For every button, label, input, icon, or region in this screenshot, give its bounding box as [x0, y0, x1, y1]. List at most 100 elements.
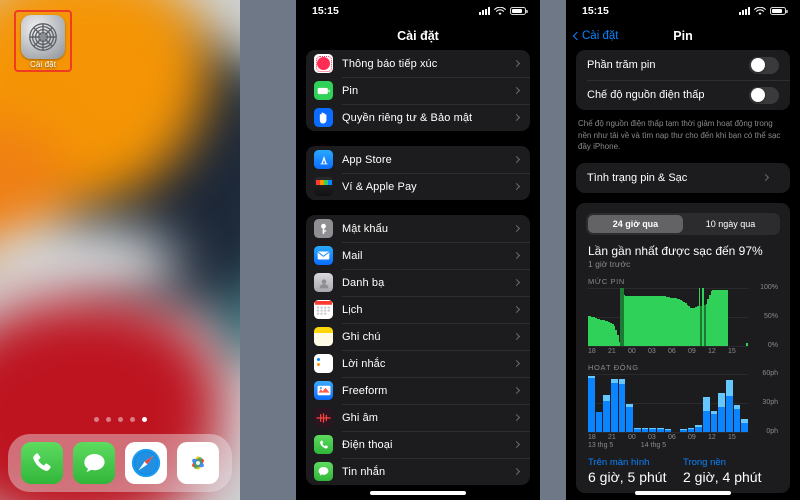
activity-bar-screen: [710, 414, 718, 432]
sidebar-item-app-store[interactable]: App Store: [306, 146, 530, 173]
activity-bar: [657, 374, 664, 432]
row-label: Mail: [342, 249, 363, 262]
y-axis-tick: 60ph: [762, 369, 778, 377]
usage-stats: Trên màn hình 6 giờ, 5 phút Trong nền 2 …: [588, 457, 778, 485]
app-store-icon: [314, 150, 333, 169]
page-dot[interactable]: [105, 417, 111, 422]
page-dot-active[interactable]: [141, 417, 147, 422]
chevron-right-icon: [512, 305, 521, 314]
contacts-icon: [314, 273, 333, 292]
battery-percentage-toggle[interactable]: [749, 56, 779, 74]
activity-bar-screen: [611, 383, 618, 432]
battery-scroll-area[interactable]: Phần trăm pin Chế độ nguồn điện thấp Chế…: [566, 50, 800, 500]
activity-bar: [680, 374, 687, 432]
sidebar-item-phone[interactable]: Điện thoại: [306, 431, 530, 458]
activity-bar-screen: [641, 428, 649, 432]
sidebar-item-calendar[interactable]: Lịch: [306, 296, 530, 323]
sidebar-item-contacts[interactable]: Danh bạ: [306, 269, 530, 296]
activity-bar: [726, 374, 733, 432]
chevron-right-icon: [512, 278, 521, 287]
sidebar-item-mail[interactable]: Mail: [306, 242, 530, 269]
activity-bar: [634, 374, 641, 432]
activity-bar-screen: [664, 429, 672, 432]
activity-bar: [687, 374, 695, 432]
activity-bar: [672, 374, 679, 432]
screenshot-root: Cài đặt 15:15 Cài đặt Thông báo tiếp xúc…: [0, 0, 800, 500]
sidebar-item-wallet[interactable]: Ví & Apple Pay: [306, 173, 530, 200]
activity-bar: [641, 374, 649, 432]
stat-value: 2 giờ, 4 phút: [683, 468, 762, 485]
sidebar-item-freeform[interactable]: Freeform: [306, 377, 530, 404]
row-label: Ví & Apple Pay: [342, 180, 417, 193]
activity-bar: [741, 374, 749, 432]
messages-icon[interactable]: [73, 442, 115, 484]
time-range-segmented-control[interactable]: 24 giờ qua 10 ngày qua: [586, 212, 780, 235]
low-power-footnote: Chế độ nguồn điện thấp tạm thời giảm hoạ…: [578, 119, 781, 152]
calendar-icon: [314, 300, 333, 319]
freeform-icon: [314, 381, 333, 400]
row-label: App Store: [342, 153, 392, 166]
dock: [8, 434, 232, 492]
battery-percentage-row[interactable]: Phần trăm pin: [576, 50, 790, 80]
activity-bar: [664, 374, 672, 432]
home-indicator[interactable]: [370, 491, 466, 495]
segment-last-10-days[interactable]: 10 ngày qua: [683, 215, 778, 233]
low-power-mode-row[interactable]: Chế độ nguồn điện thấp: [576, 80, 790, 110]
phone-icon[interactable]: [21, 442, 63, 484]
sidebar-item-voice-memos[interactable]: Ghi âm: [306, 404, 530, 431]
battery-level-chart: 100% 50% 0%: [588, 284, 778, 349]
x-axis-tick: 12: [708, 347, 716, 355]
activity-bar: [710, 374, 718, 432]
sidebar-item-passwords[interactable]: Mật khẩu: [306, 215, 530, 242]
home-indicator[interactable]: [635, 491, 731, 495]
signal-bars-icon: [739, 7, 750, 15]
status-indicators: [739, 6, 788, 16]
stat-value: 6 giờ, 5 phút: [588, 468, 667, 485]
activity-bar: [649, 374, 657, 432]
sidebar-item-notes[interactable]: Ghi chú: [306, 323, 530, 350]
battery-icon: [510, 7, 528, 15]
settings-scroll-area[interactable]: Thông báo tiếp xúc Pin Quyền riêng tư & …: [296, 50, 540, 500]
low-power-mode-toggle[interactable]: [749, 86, 779, 104]
sidebar-item-reminders[interactable]: Lời nhắc: [306, 350, 530, 377]
status-time: 15:15: [312, 5, 339, 17]
page-dot[interactable]: [93, 417, 99, 422]
activity-bar-screen: [741, 423, 749, 432]
page-dot[interactable]: [129, 417, 135, 422]
sidebar-item-exposure[interactable]: Thông báo tiếp xúc: [306, 50, 530, 77]
page-dot[interactable]: [117, 417, 123, 422]
safari-icon[interactable]: [125, 442, 167, 484]
x-axis-tick: 18: [588, 347, 596, 355]
row-label: Freeform: [342, 384, 388, 397]
x-axis-tick: 09: [688, 433, 696, 441]
activity-bar-screen: [726, 396, 733, 432]
chevron-right-icon: [512, 182, 521, 191]
activity-bar-screen: [649, 428, 657, 432]
settings-group-2: App Store Ví & Apple Pay: [306, 146, 530, 200]
date-label: 14 thg 5: [640, 441, 667, 449]
chevron-right-icon: [512, 155, 521, 164]
notes-icon: [314, 327, 333, 346]
navigation-bar: Cài đặt Pin: [566, 22, 800, 50]
chevron-left-icon: [572, 31, 582, 41]
sidebar-item-battery[interactable]: Pin: [306, 77, 530, 104]
activity-bar-background: [718, 393, 726, 407]
x-axis-tick: 03: [648, 347, 656, 355]
activity-bar-screen: [680, 429, 687, 432]
activity-bar: [618, 374, 626, 432]
activity-chart: 60ph 30ph 0ph: [588, 370, 778, 435]
back-button[interactable]: Cài đặt: [572, 30, 618, 42]
battery-level-xaxis: 18 21 00 03 06 09 12 15: [588, 348, 748, 355]
x-axis-tick: 00: [628, 433, 636, 441]
segment-last-24-hours[interactable]: 24 giờ qua: [588, 214, 683, 233]
status-bar: 15:15: [296, 0, 540, 22]
sidebar-item-messages[interactable]: Tin nhắn: [306, 458, 530, 485]
gridline: [588, 431, 748, 433]
battery-health-row[interactable]: Tình trạng pin & Sạc: [576, 163, 790, 193]
messages-icon: [314, 462, 333, 481]
page-dots[interactable]: [0, 417, 240, 422]
sidebar-item-privacy[interactable]: Quyền riêng tư & Bảo mật: [306, 104, 530, 131]
photos-icon[interactable]: [177, 442, 219, 484]
settings-app-icon-highlighted[interactable]: Cài đặt: [14, 10, 72, 72]
x-axis-tick: 15: [728, 433, 736, 441]
